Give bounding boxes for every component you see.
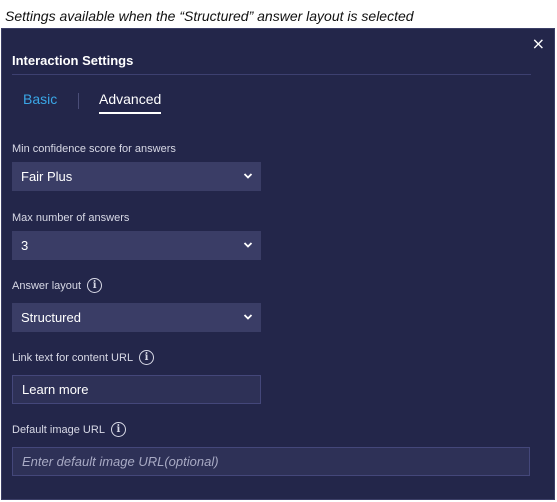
max-answers-label: Max number of answers — [12, 212, 129, 224]
link-text-label-text: Link text for content URL — [12, 351, 134, 364]
dialog-title: Interaction Settings — [12, 53, 134, 68]
answer-layout-select[interactable]: Structured — [12, 303, 261, 332]
min-confidence-label-text: Min confidence score for answers — [12, 143, 176, 155]
answer-layout-label: Answer layout i — [12, 278, 103, 293]
min-confidence-value: Fair Plus — [21, 169, 73, 184]
link-text-label: Link text for content URL i — [12, 350, 155, 365]
info-icon[interactable]: i — [110, 422, 126, 437]
min-confidence-label: Min confidence score for answers — [12, 143, 176, 155]
min-confidence-select[interactable]: Fair Plus — [12, 162, 261, 191]
max-answers-value: 3 — [21, 238, 29, 253]
figure-caption: Settings available when the “Structured”… — [5, 8, 414, 24]
answer-layout-value: Structured — [21, 310, 81, 325]
tab-basic[interactable]: Basic — [23, 91, 57, 107]
link-text-input[interactable]: Learn more — [12, 375, 261, 404]
chevron-down-icon — [243, 173, 253, 179]
link-text-value: Learn more — [22, 382, 89, 397]
info-icon[interactable]: i — [139, 350, 155, 365]
max-answers-select[interactable]: 3 — [12, 231, 261, 260]
info-icon[interactable]: i — [87, 278, 103, 293]
tab-separator — [78, 93, 79, 109]
chevron-down-icon — [243, 242, 253, 248]
title-divider — [12, 74, 531, 75]
max-answers-label-text: Max number of answers — [12, 212, 130, 224]
default-image-url-input[interactable]: Enter default image URL(optional) — [12, 447, 530, 476]
close-icon[interactable]: × — [532, 34, 545, 53]
default-image-label-text: Default image URL — [12, 423, 105, 436]
answer-layout-label-text: Answer layout — [12, 279, 82, 292]
default-image-label: Default image URL i — [12, 422, 126, 437]
default-image-placeholder: Enter default image URL(optional) — [22, 454, 219, 469]
interaction-settings-dialog: × Interaction Settings Basic Advanced Mi… — [1, 28, 555, 500]
chevron-down-icon — [243, 314, 253, 320]
tab-advanced[interactable]: Advanced — [99, 91, 162, 114]
